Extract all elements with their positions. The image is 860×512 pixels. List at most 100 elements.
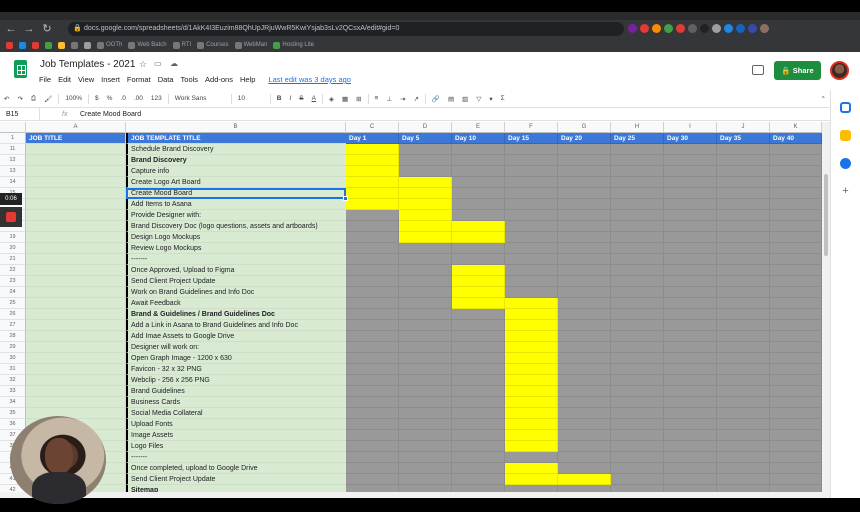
gantt-cell[interactable]	[770, 287, 822, 298]
gantt-cell[interactable]	[558, 430, 611, 441]
cell-job-title[interactable]	[26, 276, 126, 287]
gantt-cell-active[interactable]	[346, 166, 399, 177]
gantt-cell[interactable]	[664, 243, 717, 254]
gantt-cell[interactable]	[346, 452, 399, 463]
gantt-cell[interactable]	[611, 353, 664, 364]
cell-job-title[interactable]	[26, 331, 126, 342]
cell-task-title[interactable]: Add a Link in Asana to Brand Guidelines …	[126, 320, 346, 331]
gantt-cell[interactable]	[452, 320, 505, 331]
gantt-cell-active[interactable]	[452, 265, 505, 276]
gantt-cell[interactable]	[664, 320, 717, 331]
bookmark-icon[interactable]	[32, 41, 39, 49]
gantt-cell[interactable]	[664, 287, 717, 298]
gantt-cell-active[interactable]	[346, 199, 399, 210]
gantt-cell-active[interactable]	[346, 177, 399, 188]
bookmark-4[interactable]: Courses	[197, 41, 229, 49]
gantt-cell[interactable]	[452, 386, 505, 397]
cell-task-title[interactable]: Once completed, upload to Google Drive	[126, 463, 346, 474]
gantt-cell-active[interactable]	[346, 188, 399, 199]
gantt-cell[interactable]	[346, 375, 399, 386]
formula-input[interactable]: Create Mood Board	[80, 111, 141, 118]
gantt-cell[interactable]	[558, 188, 611, 199]
cell-task-title[interactable]: Provide Designer with:	[126, 210, 346, 221]
gantt-cell-active[interactable]	[452, 276, 505, 287]
gantt-cell[interactable]	[452, 441, 505, 452]
gantt-cell[interactable]	[505, 166, 558, 177]
gantt-cell[interactable]	[505, 177, 558, 188]
gantt-cell[interactable]	[399, 386, 452, 397]
gantt-cell[interactable]	[399, 155, 452, 166]
cell-task-title[interactable]: Logo Files	[126, 441, 346, 452]
menu-view[interactable]: View	[78, 75, 94, 84]
gantt-cell-active[interactable]	[505, 331, 558, 342]
gantt-cell[interactable]	[770, 199, 822, 210]
gantt-cell[interactable]	[399, 375, 452, 386]
cell-job-title[interactable]	[26, 408, 126, 419]
gantt-cell[interactable]	[770, 408, 822, 419]
gantt-cell[interactable]	[717, 408, 770, 419]
gantt-cell[interactable]	[346, 342, 399, 353]
bookmark-icon[interactable]	[19, 41, 26, 49]
gantt-cell[interactable]	[770, 430, 822, 441]
text-wrap-icon[interactable]: ⇥	[396, 95, 409, 103]
gantt-cell[interactable]	[558, 375, 611, 386]
gantt-cell[interactable]	[399, 430, 452, 441]
gantt-cell[interactable]	[611, 364, 664, 375]
gantt-cell[interactable]	[664, 177, 717, 188]
gantt-cell[interactable]	[611, 166, 664, 177]
row-number[interactable]: 27	[0, 320, 26, 331]
gantt-cell-active[interactable]	[399, 188, 452, 199]
gantt-cell[interactable]	[558, 419, 611, 430]
cell-job-title[interactable]	[26, 210, 126, 221]
add-on-plus-icon[interactable]: +	[840, 186, 851, 197]
gantt-cell[interactable]	[452, 408, 505, 419]
gantt-cell[interactable]	[664, 463, 717, 474]
keep-icon[interactable]	[840, 130, 851, 141]
gantt-cell[interactable]	[717, 265, 770, 276]
tasks-icon[interactable]	[840, 158, 851, 169]
gantt-cell[interactable]	[452, 342, 505, 353]
horizontal-align-icon[interactable]: ≡	[371, 95, 383, 102]
gantt-cell[interactable]	[558, 210, 611, 221]
comment-history-icon[interactable]	[752, 65, 764, 75]
gantt-cell[interactable]	[346, 254, 399, 265]
font-select[interactable]: Work Sans	[171, 95, 229, 102]
gantt-cell[interactable]	[399, 463, 452, 474]
header-day-cell[interactable]: Day 15	[505, 133, 558, 144]
cell-job-title[interactable]	[26, 265, 126, 276]
gantt-cell[interactable]	[611, 463, 664, 474]
gantt-cell[interactable]	[399, 309, 452, 320]
gantt-cell[interactable]	[558, 463, 611, 474]
gantt-cell[interactable]	[611, 243, 664, 254]
gantt-cell[interactable]	[611, 452, 664, 463]
gantt-cell[interactable]	[558, 452, 611, 463]
gantt-cell-active[interactable]	[399, 199, 452, 210]
cell-job-title[interactable]	[26, 188, 126, 199]
bookmark-3[interactable]: RTI	[172, 41, 191, 49]
gantt-cell[interactable]	[770, 375, 822, 386]
cell-job-title[interactable]	[26, 353, 126, 364]
bookmark-2[interactable]: Web Batch	[128, 41, 167, 49]
menu-tools[interactable]: Tools	[181, 75, 199, 84]
gantt-cell[interactable]	[346, 419, 399, 430]
gantt-cell[interactable]	[346, 287, 399, 298]
row-number[interactable]: 31	[0, 364, 26, 375]
gantt-cell[interactable]	[664, 232, 717, 243]
gantt-cell[interactable]	[717, 210, 770, 221]
gantt-cell[interactable]	[770, 144, 822, 155]
gantt-cell[interactable]	[664, 298, 717, 309]
collapse-menu-icon[interactable]: ⌃	[817, 95, 830, 103]
gantt-cell-active[interactable]	[346, 144, 399, 155]
cell-job-title[interactable]	[26, 397, 126, 408]
gantt-cell[interactable]	[664, 441, 717, 452]
column-header-g[interactable]: G	[558, 122, 611, 133]
row-number[interactable]: 1	[0, 133, 26, 144]
bookmark-icon[interactable]	[45, 41, 52, 49]
gantt-cell[interactable]	[717, 309, 770, 320]
gantt-cell[interactable]	[558, 298, 611, 309]
gantt-cell[interactable]	[611, 144, 664, 155]
gantt-cell[interactable]	[399, 298, 452, 309]
gantt-cell[interactable]	[399, 397, 452, 408]
vertical-align-icon[interactable]: ⊥	[382, 95, 396, 103]
gantt-cell[interactable]	[346, 331, 399, 342]
